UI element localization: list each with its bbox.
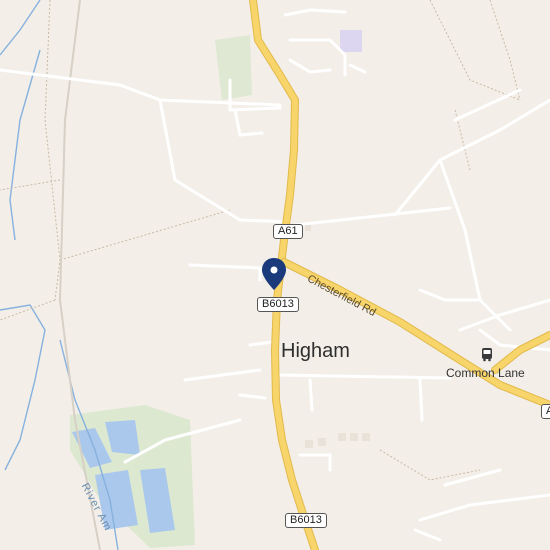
road-shield-b6013: B6013 bbox=[257, 297, 299, 312]
road-shield-a61: A61 bbox=[273, 224, 303, 239]
bus-stop-icon[interactable] bbox=[482, 348, 492, 362]
road-shield-a: A bbox=[541, 404, 550, 419]
green-area bbox=[215, 35, 252, 100]
buildings bbox=[305, 225, 370, 448]
map-canvas bbox=[0, 0, 550, 550]
map-view[interactable]: A61 B6013 B6013 A Chesterfield Rd Higham… bbox=[0, 0, 550, 550]
poi-label[interactable]: Common Lane bbox=[446, 366, 525, 380]
green-area bbox=[340, 30, 362, 52]
place-label[interactable]: Higham bbox=[281, 340, 350, 363]
road-shield-b6013: B6013 bbox=[285, 513, 327, 528]
